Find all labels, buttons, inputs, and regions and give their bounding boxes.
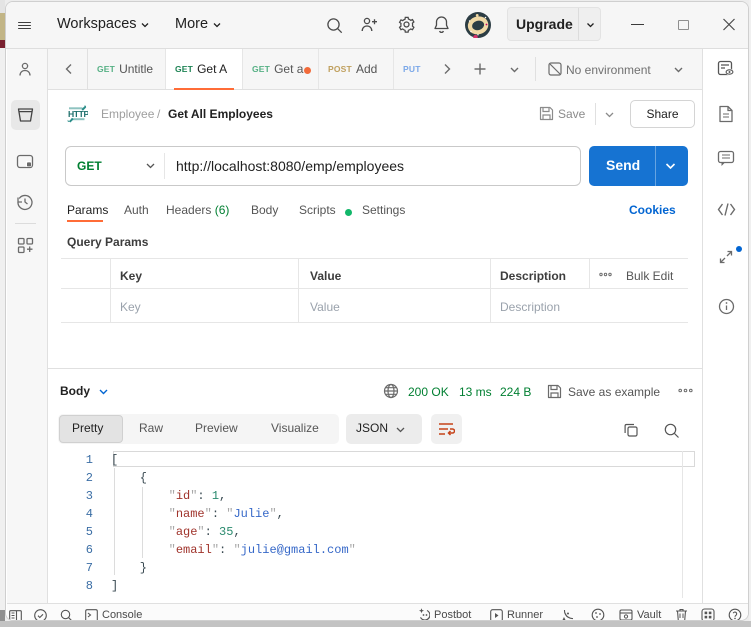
svg-text:HTTP: HTTP: [68, 109, 88, 119]
